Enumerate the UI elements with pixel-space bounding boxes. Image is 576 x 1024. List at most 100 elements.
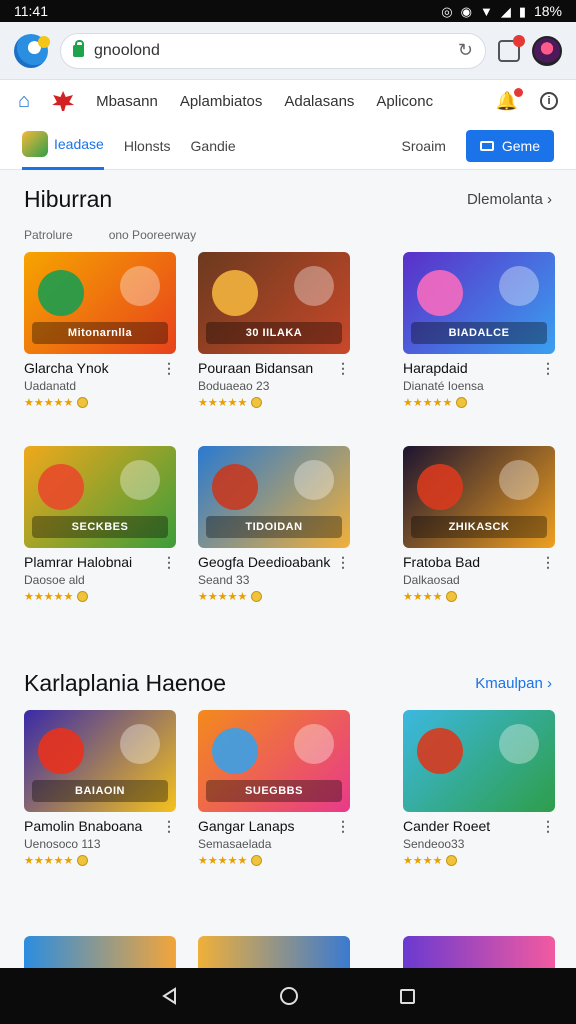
nav-item[interactable]: Mbasann xyxy=(96,93,158,110)
home-icon[interactable]: ⌂ xyxy=(18,90,30,113)
game-card[interactable]: ZHIKASCK Fratoba Bad ⋮ Dalkaosad ★★★★ xyxy=(403,446,555,603)
game-card[interactable]: Cander Roeet ⋮ Sendeoo33 ★★★★ xyxy=(403,710,555,867)
game-subtitle: Dalkaosad xyxy=(403,573,460,587)
nav-item[interactable]: Apliconc xyxy=(376,93,433,110)
signal-icon: ◢ xyxy=(500,3,511,19)
tabs-icon[interactable] xyxy=(498,34,525,62)
rating: ★★★★★ xyxy=(198,590,350,603)
tab-active[interactable]: Ieadase xyxy=(22,122,104,170)
game-title: Harapdaid xyxy=(403,360,468,376)
browser-logo-icon[interactable] xyxy=(14,33,50,68)
more-options-icon[interactable]: ⋮ xyxy=(541,554,555,571)
game-thumbnail[interactable]: ZHIKASCK xyxy=(403,446,555,548)
notification-dot xyxy=(513,34,525,47)
game-card[interactable]: BAIAOIN Pamolin Bnaboana ⋮ Uenosoco 113 … xyxy=(24,710,176,867)
game-card[interactable]: SECKBES Plamrar Halobnai ⋮ Daosoe ald ★★… xyxy=(24,446,176,603)
game-thumbnail[interactable]: TIDOIDAN xyxy=(198,446,350,548)
character-art xyxy=(417,464,463,510)
coin-icon xyxy=(251,591,263,602)
character-art xyxy=(38,464,84,510)
sync-icon: ◉ xyxy=(460,3,472,19)
rating: ★★★★★ xyxy=(198,854,350,867)
sub-label: ono Pooreerway xyxy=(108,228,197,242)
game-thumbnail[interactable] xyxy=(403,710,555,812)
more-options-icon[interactable]: ⋮ xyxy=(162,360,176,377)
back-icon[interactable] xyxy=(161,987,179,1005)
home-button-icon[interactable] xyxy=(280,987,299,1005)
section-header: Karlaplania Haenoe Kmaulpan › xyxy=(24,670,552,697)
url-text[interactable]: gnoolond xyxy=(94,42,448,60)
game-banner: Mitonarnlla xyxy=(32,322,168,344)
more-options-icon[interactable]: ⋮ xyxy=(541,818,555,835)
rating-stars: ★★★★ xyxy=(403,855,443,867)
maple-leaf-icon[interactable] xyxy=(52,91,75,111)
character-art xyxy=(294,724,334,764)
game-thumbnail[interactable] xyxy=(403,936,555,968)
see-more-link[interactable]: Kmaulpan › xyxy=(475,675,552,692)
see-more-link[interactable]: Dlemolanta › xyxy=(467,191,552,208)
rating-stars: ★★★★★ xyxy=(198,591,248,603)
bell-icon[interactable]: 🔔 xyxy=(496,87,523,112)
coin-icon xyxy=(77,855,89,866)
game-card[interactable]: 30 IILAKA Pouraan Bidansan ⋮ Boduaeao 23… xyxy=(198,252,350,409)
game-thumbnail[interactable]: 30 IILAKA xyxy=(198,252,350,354)
reload-icon[interactable]: ↻ xyxy=(458,40,473,61)
coin-icon xyxy=(446,591,458,602)
clock: 11:41 xyxy=(14,3,48,19)
more-options-icon[interactable]: ⋮ xyxy=(336,818,350,835)
rating: ★★★★★ xyxy=(24,854,176,867)
game-thumbnail[interactable]: Mitonarnlla xyxy=(24,252,176,354)
game-thumbnail[interactable]: SUEGBBS xyxy=(198,710,350,812)
game-card[interactable]: BIADALCE Harapdaid ⋮ Dianaté Ioensa ★★★★… xyxy=(403,252,555,409)
section-title: Karlaplania Haenoe xyxy=(24,670,227,696)
sub-label: Patrolure xyxy=(24,228,73,242)
rating-stars: ★★★★ xyxy=(403,591,443,603)
game-thumbnail[interactable]: BAIAOIN xyxy=(24,710,176,812)
game-subtitle: Daosoe ald xyxy=(24,573,85,587)
notification-dot xyxy=(514,87,523,97)
game-thumbnail[interactable]: SECKBES xyxy=(24,446,176,548)
game-card[interactable]: Mitonarnlla Glarcha Ynok ⋮ Uadanatd ★★★★… xyxy=(24,252,176,409)
game-title: Pouraan Bidansan xyxy=(198,360,314,376)
tab[interactable]: Gandie xyxy=(191,138,236,154)
character-art xyxy=(38,728,84,774)
more-options-icon[interactable]: ⋮ xyxy=(541,360,555,377)
more-options-icon[interactable]: ⋮ xyxy=(336,554,350,571)
section-header: Hiburran Dlemolanta › xyxy=(24,186,552,213)
rating-stars: ★★★★★ xyxy=(198,855,248,867)
game-banner: 30 IILAKA xyxy=(206,322,342,344)
game-title: Pamolin Bnaboana xyxy=(24,818,143,834)
more-options-icon[interactable]: ⋮ xyxy=(162,818,176,835)
character-art xyxy=(499,724,539,764)
coin-icon xyxy=(251,397,263,408)
game-button[interactable]: Geme xyxy=(465,129,554,162)
gamepad-icon xyxy=(479,140,494,151)
rating-stars: ★★★★★ xyxy=(403,397,453,409)
avatar[interactable] xyxy=(532,35,562,66)
game-card[interactable]: SUEGBBS Gangar Lanaps ⋮ Semasaelada ★★★★… xyxy=(198,710,350,867)
character-art xyxy=(499,460,539,500)
info-icon[interactable]: i xyxy=(540,92,558,110)
nav-item[interactable]: Aplambiatos xyxy=(180,93,263,110)
game-title: Fratoba Bad xyxy=(403,554,481,570)
character-art xyxy=(294,266,334,306)
game-thumbnail[interactable] xyxy=(24,936,176,968)
address-bar[interactable]: gnoolond ↻ xyxy=(60,32,486,69)
character-art xyxy=(417,728,463,774)
tab[interactable]: Hlonsts xyxy=(124,138,171,154)
nav-item[interactable]: Adalasans xyxy=(284,93,354,110)
game-card[interactable]: TIDOIDAN Geogfa Deedioabank ⋮ Seand 33 ★… xyxy=(198,446,350,603)
more-options-icon[interactable]: ⋮ xyxy=(162,554,176,571)
game-thumbnail[interactable] xyxy=(198,936,350,968)
search-link[interactable]: Sroaim xyxy=(402,138,446,154)
recents-icon[interactable] xyxy=(400,988,416,1004)
game-banner xyxy=(411,780,547,802)
game-thumbnail[interactable]: BIADALCE xyxy=(403,252,555,354)
game-banner: BAIAOIN xyxy=(32,780,168,802)
status-icons: ◎ ◉ ▼ ◢ ▮ 18% xyxy=(441,3,562,19)
more-options-icon[interactable]: ⋮ xyxy=(336,360,350,377)
coin-icon xyxy=(77,397,89,408)
game-banner: SECKBES xyxy=(32,516,168,538)
game-subtitle: Semasaelada xyxy=(198,837,272,851)
rating: ★★★★★ xyxy=(24,590,176,603)
